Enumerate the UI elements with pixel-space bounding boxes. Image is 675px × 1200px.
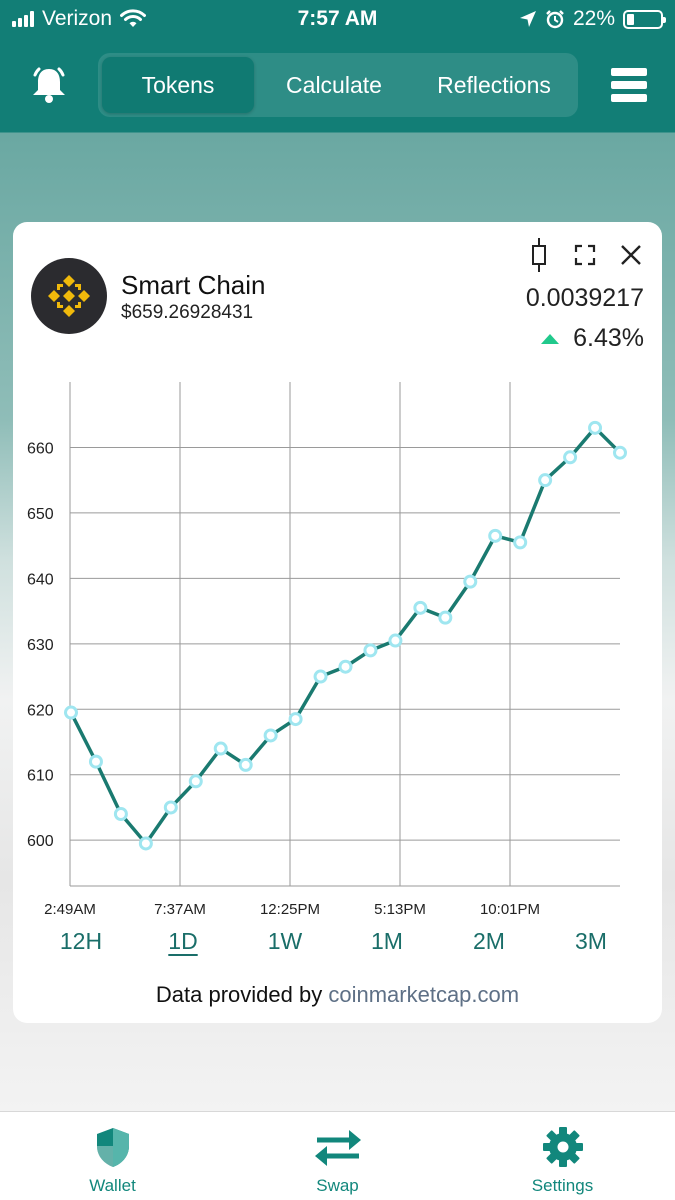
tab-bar: Tokens Calculate Reflections [98,53,578,117]
y-tick-label: 640 [27,571,54,588]
data-point [163,800,178,815]
data-point [313,669,328,684]
token-card: Smart Chain $659.26928431 0.0039217 6.43… [13,222,662,1023]
data-point [88,754,103,769]
coinmarketcap-link[interactable]: coinmarketcap.com [328,982,519,1007]
data-point [238,757,253,772]
data-point [438,610,453,625]
credit-text: Data provided by [155,982,323,1007]
data-point [538,473,553,488]
range-selector: 12H 1D 1W 1M 2M 3M [30,928,642,955]
data-point [213,741,228,756]
data-point [463,574,478,589]
data-credit: Data provided by coinmarketcap.com [13,982,662,1008]
range-12h[interactable]: 12H [30,928,132,955]
x-tick-label: 5:13PM [374,901,426,918]
price-chart: 600 610 620 630 640 650 660 2:49AM 7:37AM 12:25PM… [27,382,627,918]
swap-arrows-icon [314,1130,361,1166]
nav-settings[interactable]: Settings [450,1112,675,1200]
data-point [338,659,353,674]
nav-settings-label: Settings [531,1176,594,1195]
range-3m[interactable]: 3M [540,928,642,955]
data-point [263,728,278,743]
nav-swap-label: Swap [316,1176,359,1195]
y-tick-label: 660 [27,440,54,457]
nav-wallet-label: Wallet [89,1176,136,1195]
data-point [113,807,128,821]
nav-wallet[interactable]: Wallet [0,1112,225,1200]
x-tick-label: 10:01PM [480,901,540,918]
data-point [288,712,303,727]
menu-icon[interactable] [611,68,647,102]
header: Tokens Calculate Reflections [0,38,675,132]
status-right: 22% [519,7,666,31]
y-tick-label: 600 [27,833,54,850]
price-line [69,426,622,846]
y-tick-label: 610 [27,768,54,785]
data-point [188,774,203,789]
data-point [413,600,428,615]
range-1w[interactable]: 1W [234,928,336,955]
x-tick-label: 2:49AM [44,901,96,918]
x-tick-label: 7:37AM [154,901,206,918]
battery-percent: 22% [572,7,615,30]
y-tick-label: 650 [27,506,54,523]
nav-swap[interactable]: Swap [225,1112,450,1200]
y-tick-label: 620 [27,702,54,719]
data-point [363,643,378,658]
range-2m[interactable]: 2M [438,928,540,955]
tab-calculate[interactable]: Calculate [254,57,414,113]
location-icon [519,11,536,27]
range-1d[interactable]: 1D [132,928,234,955]
gear-icon [542,1127,583,1167]
tab-tokens[interactable]: Tokens [102,57,254,113]
range-1m[interactable]: 1M [336,928,438,955]
bottom-nav: Wallet Swap Settings [0,1111,675,1200]
alarm-icon [546,10,564,29]
data-point [563,450,578,465]
data-point [64,705,78,720]
shield-icon [96,1128,129,1167]
data-point [513,535,528,550]
data-point [613,445,627,460]
bell-icon[interactable] [28,65,70,105]
y-tick-label: 630 [27,637,54,654]
data-point [488,528,503,543]
data-point [388,633,403,648]
battery-icon [623,9,666,29]
data-point [138,836,153,851]
x-tick-label: 12:25PM [260,901,320,918]
data-point [588,420,603,435]
tab-reflections[interactable]: Reflections [414,57,574,113]
status-bar: Verizon 7:57 AM 22% [0,0,675,38]
